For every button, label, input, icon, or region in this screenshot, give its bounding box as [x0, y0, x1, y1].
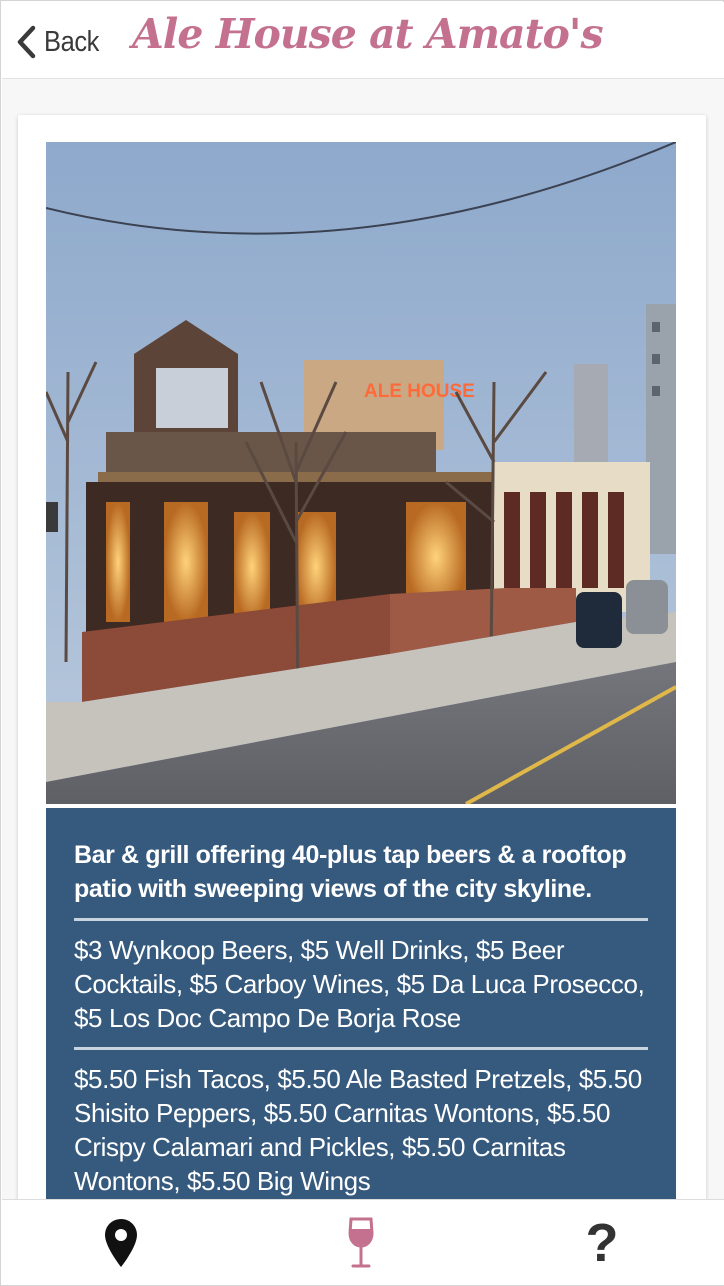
tab-map[interactable]: [61, 1200, 181, 1286]
top-nav-bar: Back Ale House at Amato's: [2, 2, 724, 79]
chevron-left-icon: [17, 25, 36, 59]
question-mark-icon: ?: [585, 1213, 619, 1273]
map-pin-icon: [105, 1219, 137, 1267]
section-divider: [74, 918, 648, 921]
wine-glass-icon: [348, 1217, 374, 1268]
food-specials: $5.50 Fish Tacos, $5.50 Ale Basted Pretz…: [74, 1064, 642, 1196]
page-title: Ale House at Amato's: [132, 10, 604, 58]
back-button[interactable]: Back: [14, 22, 106, 62]
tab-specials[interactable]: [301, 1200, 421, 1286]
venue-photo-illustration: ALE HOUSE: [46, 142, 676, 804]
venue-details-panel: Bar & grill offering 40-plus tap beers &…: [46, 808, 676, 1199]
venue-card: ALE HOUSE Bar & grill offering 40-plus t…: [18, 115, 706, 1199]
app-frame: Back Ale House at Amato's ALE HOUSE Bar …: [0, 0, 724, 1286]
venue-summary: Bar & grill offering 40-plus tap beers &…: [74, 841, 627, 903]
venue-photo: ALE HOUSE: [46, 142, 676, 804]
content-scroll-area[interactable]: ALE HOUSE Bar & grill offering 40-plus t…: [2, 79, 724, 1199]
tab-help[interactable]: ?: [542, 1200, 662, 1286]
bottom-tab-bar: ?: [2, 1199, 724, 1285]
drink-specials: $3 Wynkoop Beers, $5 Well Drinks, $5 Bee…: [74, 935, 645, 1033]
back-label: Back: [44, 25, 99, 58]
section-divider: [74, 1047, 648, 1050]
